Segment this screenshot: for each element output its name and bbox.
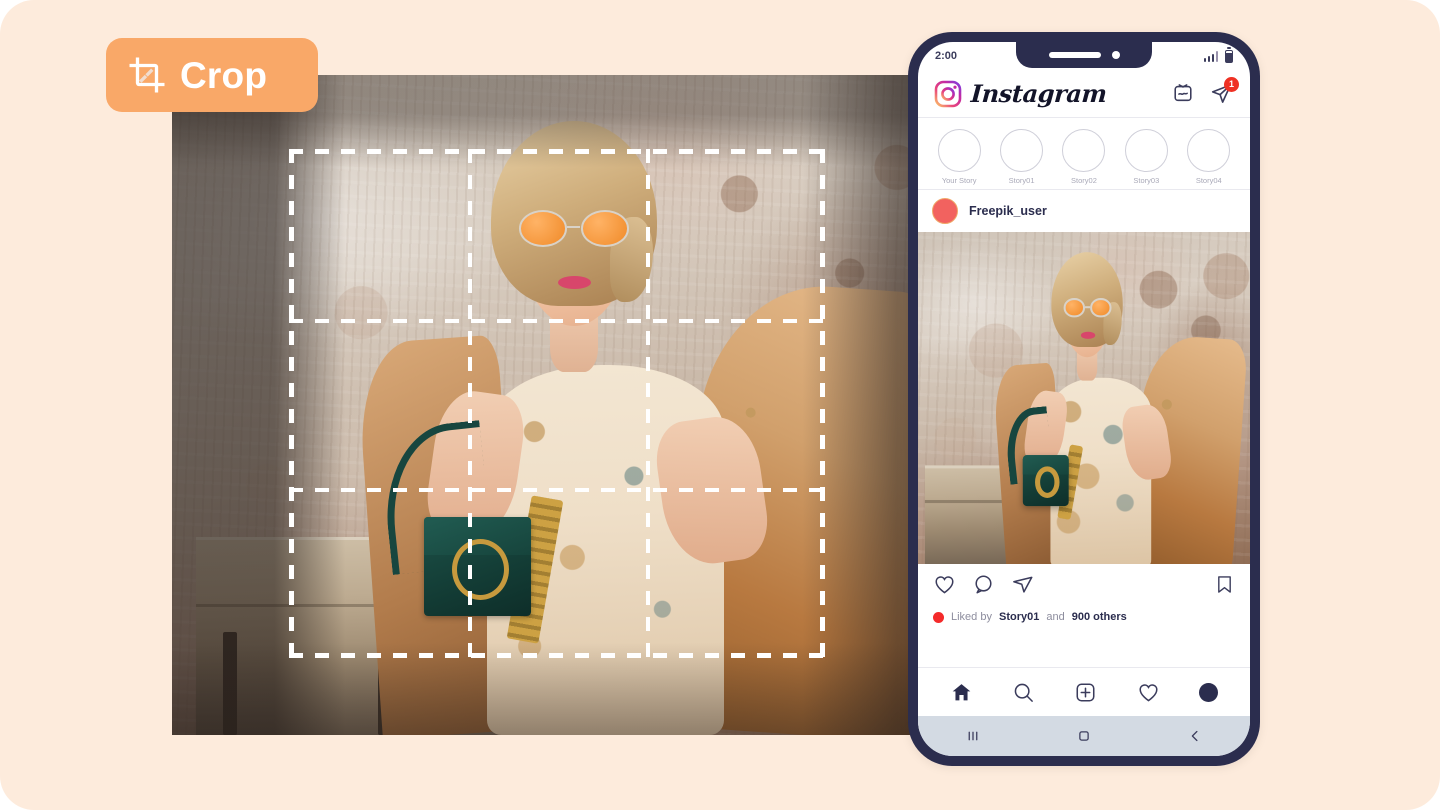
paper-plane-icon[interactable]: 1 (1210, 76, 1239, 106)
bookmark-icon[interactable] (1214, 574, 1235, 595)
phone-mockup: 2:00 Instagram 1 Your Story Story01 Stor… (908, 32, 1260, 766)
story-item[interactable]: Story01 (996, 128, 1048, 185)
phone-screen: 2:00 Instagram 1 Your Story Story01 Stor… (918, 42, 1250, 756)
canvas: Crop 2:00 Instagram 1 Your Story Story01… (0, 0, 1440, 810)
battery-icon (1225, 49, 1233, 63)
post-photo (918, 232, 1250, 564)
story-item[interactable]: Story03 (1120, 128, 1172, 185)
likes-prefix: Liked by (951, 611, 992, 623)
instagram-camera-icon[interactable] (934, 80, 962, 108)
recents-icon[interactable] (964, 727, 982, 745)
instagram-header: Instagram 1 (918, 70, 1250, 118)
post-header[interactable]: Freepik_user (918, 190, 1250, 232)
crop-label: Crop (180, 54, 268, 96)
likes-username[interactable]: Story01 (999, 611, 1039, 623)
story-item[interactable]: Story04 (1183, 128, 1235, 185)
search-icon[interactable] (1012, 681, 1035, 704)
crop-tool-badge[interactable]: Crop (106, 38, 318, 112)
story-label: Story04 (1195, 175, 1222, 185)
story-label: Your Story (941, 175, 977, 185)
profile-avatar-icon[interactable] (1199, 682, 1219, 702)
avatar[interactable] (932, 198, 958, 224)
instagram-wordmark: Instagram (969, 79, 1108, 108)
story-label: Story03 (1133, 175, 1160, 185)
igtv-icon[interactable] (1172, 82, 1196, 106)
stories-row[interactable]: Your Story Story01 Story02 Story03 Story… (918, 118, 1250, 190)
post-actions (918, 564, 1250, 604)
phone-notch (1016, 42, 1152, 68)
editor-photo (172, 75, 960, 735)
status-time: 2:00 (935, 50, 958, 62)
bottom-nav[interactable] (918, 668, 1250, 716)
plus-square-icon[interactable] (1074, 681, 1097, 704)
android-navigation-bar[interactable] (918, 716, 1250, 756)
share-paper-plane-icon[interactable] (1011, 573, 1034, 596)
messages-badge: 1 (1224, 76, 1239, 92)
like-dot-icon (933, 611, 944, 623)
activity-heart-icon[interactable] (1137, 681, 1160, 704)
story-item[interactable]: Your Story (933, 128, 985, 185)
crop-editor-canvas[interactable] (172, 75, 960, 735)
post-image[interactable] (918, 232, 1250, 564)
comment-bubble-icon[interactable] (972, 573, 995, 596)
photo-vignette (172, 75, 960, 735)
front-camera-icon (1111, 51, 1120, 59)
heart-icon[interactable] (933, 573, 956, 596)
post-spacer (918, 630, 1250, 668)
likes-others[interactable]: 900 others (1072, 611, 1127, 623)
home-square-icon[interactable] (1075, 727, 1093, 745)
signal-bars-icon (1203, 50, 1218, 62)
story-item[interactable]: Story02 (1058, 128, 1110, 185)
story-label: Story01 (1008, 175, 1035, 185)
home-icon[interactable] (950, 681, 973, 704)
post-likes: Liked by Story01 and 900 others (918, 604, 1250, 630)
story-label: Story02 (1071, 175, 1097, 185)
speaker-grill (1048, 52, 1101, 58)
crop-icon (128, 56, 166, 94)
back-chevron-icon[interactable] (1186, 727, 1204, 745)
post-username[interactable]: Freepik_user (969, 204, 1047, 218)
likes-middle: and (1046, 611, 1065, 623)
